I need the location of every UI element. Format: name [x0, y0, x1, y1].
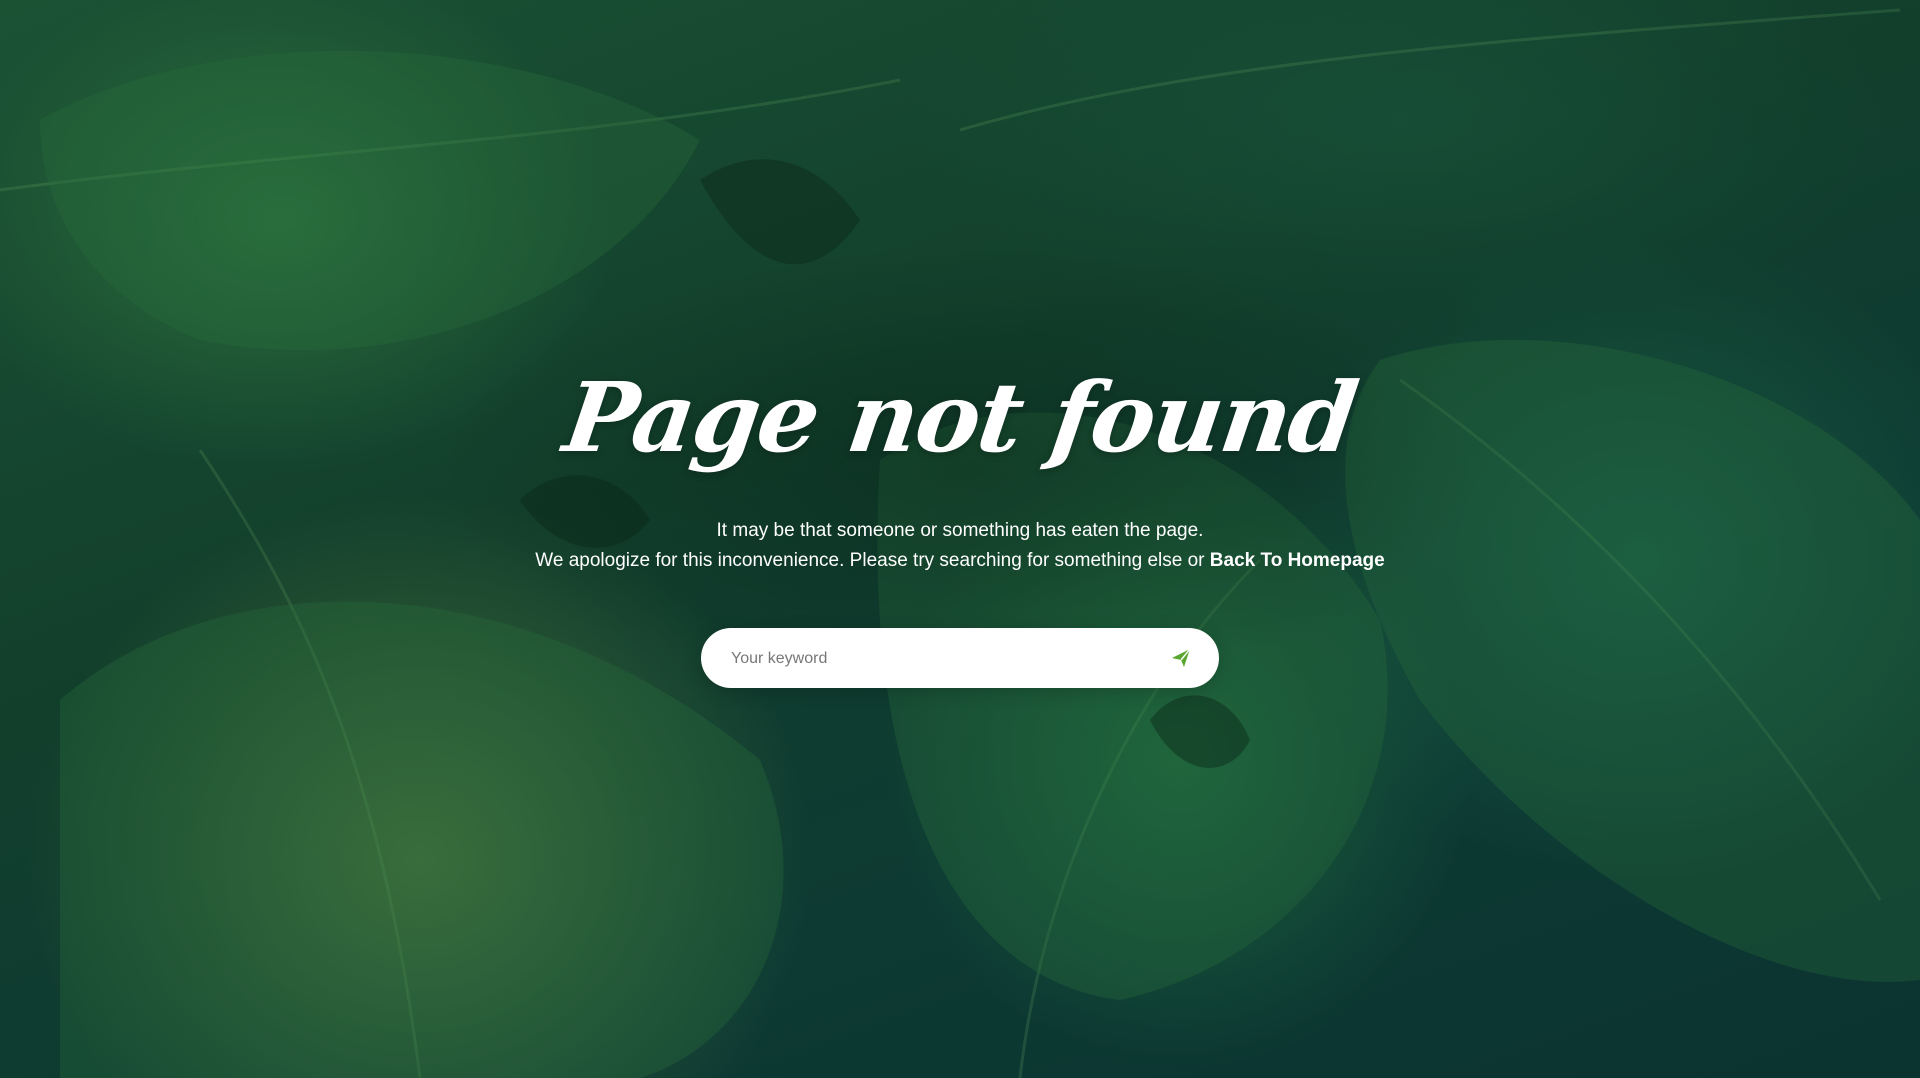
search-box [701, 628, 1219, 690]
message-line-2: We apologize for this inconvenience. Ple… [0, 546, 1920, 576]
error-message: It may be that someone or something has … [0, 516, 1920, 576]
message-line-1: It may be that someone or something has … [716, 520, 1204, 541]
message-line-2-text: We apologize for this inconvenience. Ple… [535, 550, 1210, 571]
back-to-homepage-link[interactable]: Back To Homepage [1210, 550, 1385, 571]
search-submit-button[interactable] [1169, 646, 1193, 670]
search-input[interactable] [729, 628, 1133, 690]
send-icon [1172, 648, 1191, 667]
error-content: Page not found It may be that someone or… [0, 361, 1920, 690]
page-title: Page not found [557, 361, 1363, 474]
